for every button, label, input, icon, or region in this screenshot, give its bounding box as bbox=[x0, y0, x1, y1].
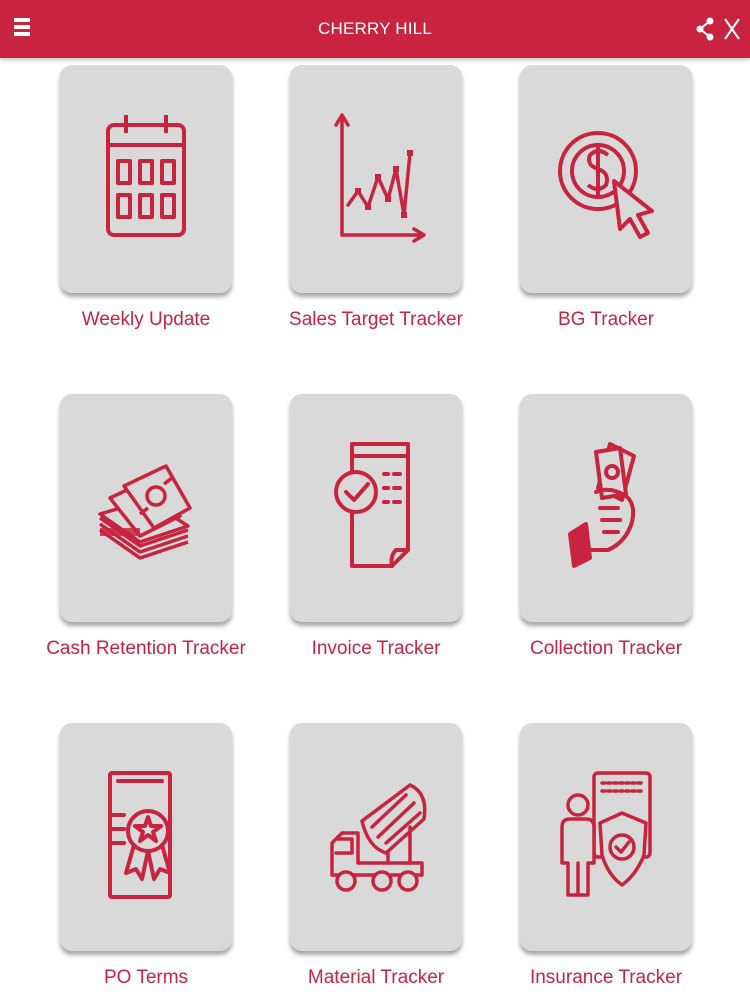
tile-label: Weekly Update bbox=[81, 309, 211, 330]
tile-insurance-tracker[interactable]: Insurance Tracker bbox=[520, 723, 692, 988]
concrete-mixer-truck-icon bbox=[330, 783, 427, 892]
tile-po-terms[interactable]: PO Terms bbox=[60, 723, 232, 988]
app-header: CHERRY HILL bbox=[0, 0, 750, 58]
page-title: CHERRY HILL bbox=[317, 19, 432, 38]
tile-label: Invoice Tracker bbox=[311, 638, 441, 659]
hand-with-cash-icon bbox=[568, 442, 636, 568]
line-chart-icon bbox=[334, 113, 426, 243]
tile-label: Sales Target Tracker bbox=[289, 309, 463, 330]
tile-label: Collection Tracker bbox=[529, 638, 683, 659]
tile-label: Cash Retention Tracker bbox=[46, 638, 246, 659]
tile-card bbox=[520, 394, 692, 622]
calendar-icon bbox=[106, 115, 186, 237]
tile-label: PO Terms bbox=[103, 967, 189, 988]
close-button[interactable] bbox=[722, 16, 742, 42]
tile-card bbox=[520, 723, 692, 951]
person-shield-icon bbox=[560, 771, 652, 897]
certificate-icon bbox=[108, 771, 172, 899]
share-button[interactable] bbox=[694, 16, 716, 42]
tile-sales-target-tracker[interactable]: Sales Target Tracker bbox=[289, 65, 463, 330]
tile-collection-tracker[interactable]: Collection Tracker bbox=[520, 394, 692, 659]
share-icon bbox=[696, 17, 714, 41]
tile-card bbox=[520, 65, 692, 293]
tile-weekly-update[interactable]: Weekly Update bbox=[60, 65, 232, 330]
dollar-coin-cursor-icon bbox=[558, 131, 654, 239]
tile-card bbox=[60, 394, 232, 622]
cash-stack-icon bbox=[98, 464, 192, 560]
close-icon bbox=[724, 18, 740, 40]
invoice-check-icon bbox=[334, 442, 410, 568]
tile-bg-tracker[interactable]: BG Tracker bbox=[520, 65, 692, 330]
tile-label: Material Tracker bbox=[307, 967, 445, 988]
tile-label: BG Tracker bbox=[557, 309, 655, 330]
tile-card bbox=[290, 723, 462, 951]
tile-invoice-tracker[interactable]: Invoice Tracker bbox=[290, 394, 462, 659]
tile-cash-retention-tracker[interactable]: Cash Retention Tracker bbox=[46, 394, 246, 659]
tile-card bbox=[60, 723, 232, 951]
tile-label: Insurance Tracker bbox=[529, 967, 683, 988]
tile-card bbox=[290, 394, 462, 622]
tile-material-tracker[interactable]: Material Tracker bbox=[290, 723, 462, 988]
tile-card bbox=[60, 65, 232, 293]
tile-card bbox=[290, 65, 462, 293]
